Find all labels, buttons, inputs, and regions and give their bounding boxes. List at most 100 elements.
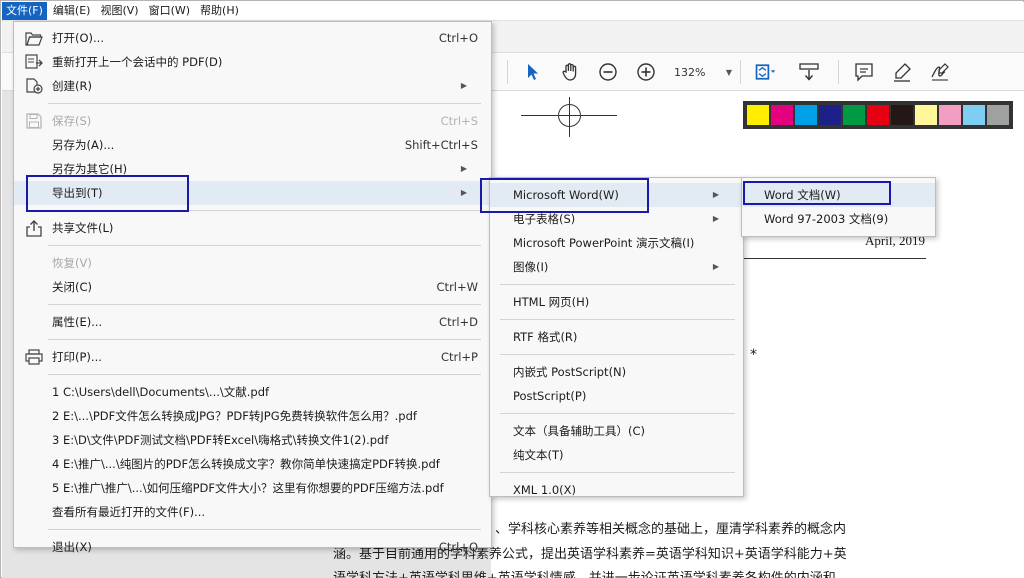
- color-swatch: [939, 105, 961, 125]
- shortcut-label: Shift+Ctrl+S: [404, 138, 478, 152]
- menu-item-share[interactable]: 共享文件(L): [14, 216, 491, 240]
- menu-item-label: RTF 格式(R): [513, 330, 578, 344]
- menu-item-reopen[interactable]: 重新打开上一个会话中的 PDF(D): [14, 50, 491, 74]
- color-swatch: [771, 105, 793, 125]
- scroll-mode-icon[interactable]: [798, 61, 820, 83]
- menu-separator: [500, 284, 735, 285]
- menu-item-open[interactable]: 打开(O)... Ctrl+O: [14, 26, 491, 50]
- recent-file-label: 5 E:\推广\推广\...\如何压缩PDF文件大小？这里有你想要的PDF压缩方…: [52, 481, 444, 495]
- menu-separator: [48, 374, 481, 375]
- menu-edit[interactable]: 编辑(E): [49, 2, 95, 20]
- export-item-word[interactable]: Microsoft Word(W) ▶: [490, 183, 743, 207]
- menu-item-label: 查看所有最近打开的文件(F)...: [52, 505, 206, 519]
- menu-bar: 文件(F) 编辑(E) 视图(V) 窗口(W) 帮助(H): [2, 2, 1024, 21]
- color-swatch-strip: [743, 101, 1013, 129]
- create-file-icon: [25, 78, 43, 94]
- share-upload-icon: [25, 219, 43, 237]
- document-rule: [743, 258, 926, 259]
- menu-item-recent-file[interactable]: 5 E:\推广\推广\...\如何压缩PDF文件大小？这里有你想要的PDF压缩方…: [14, 476, 491, 500]
- menu-help[interactable]: 帮助(H): [196, 2, 243, 20]
- shortcut-label: Ctrl+S: [440, 114, 478, 128]
- menu-item-label: 电子表格(S): [513, 212, 576, 226]
- menu-view[interactable]: 视图(V): [96, 2, 142, 20]
- menu-item-recent-file[interactable]: 3 E:\D\文件\PDF测试文档\PDF转Excel\嗨格式\转换文件1(2)…: [14, 428, 491, 452]
- export-item-postscript[interactable]: PostScript(P): [490, 384, 743, 408]
- menu-item-recent-file[interactable]: 4 E:\推广\...\纯图片的PDF怎么转换成文字？教你简单快速搞定PDF转换…: [14, 452, 491, 476]
- recent-file-label: 3 E:\D\文件\PDF测试文档\PDF转Excel\嗨格式\转换文件1(2)…: [52, 433, 389, 447]
- menu-item-save[interactable]: 保存(S) Ctrl+S: [14, 109, 491, 133]
- select-arrow-icon[interactable]: [522, 61, 544, 83]
- menu-item-print[interactable]: 打印(P)... Ctrl+P: [14, 345, 491, 369]
- menu-item-label: 重新打开上一个会话中的 PDF(D): [52, 55, 223, 69]
- menu-window[interactable]: 窗口(W): [145, 2, 194, 20]
- menu-item-label: 纯文本(T): [513, 448, 564, 462]
- word-submenu: Word 文档(W) Word 97-2003 文档(9): [741, 177, 936, 237]
- sign-icon[interactable]: [929, 61, 951, 83]
- menu-item-recent-file[interactable]: 2 E:\...\PDF文件怎么转换成JPG？PDF转JPG免费转换软件怎么用？…: [14, 404, 491, 428]
- export-item-plain-text[interactable]: 纯文本(T): [490, 443, 743, 467]
- export-item-powerpoint[interactable]: Microsoft PowerPoint 演示文稿(I): [490, 231, 743, 255]
- toolbar-separator: [838, 60, 839, 84]
- menu-item-label: 属性(E)...: [52, 315, 103, 329]
- save-disk-icon: [25, 113, 43, 129]
- menu-item-label: 关闭(C): [52, 280, 93, 294]
- word-item-docx[interactable]: Word 文档(W): [742, 183, 935, 207]
- folder-open-icon: [25, 30, 43, 46]
- menu-item-close[interactable]: 关闭(C) Ctrl+W: [14, 275, 491, 299]
- submenu-arrow-icon: ▶: [712, 190, 719, 199]
- zoom-level-select[interactable]: 132% ▼: [670, 63, 736, 81]
- file-menu: 打开(O)... Ctrl+O 重新打开上一个会话中的 PDF(D) 创建(R)…: [13, 21, 492, 554]
- menu-item-recent-file[interactable]: 1 C:\Users\dell\Documents\...\文献.pdf: [14, 380, 491, 404]
- highlight-pen-icon[interactable]: [891, 61, 913, 83]
- shortcut-label: Ctrl+D: [439, 315, 478, 329]
- export-item-text-accessible[interactable]: 文本（具备辅助工具）(C): [490, 419, 743, 443]
- shortcut-label: Ctrl+P: [440, 350, 478, 364]
- menu-item-revert[interactable]: 恢复(V): [14, 251, 491, 275]
- menu-item-exit[interactable]: 退出(X) Ctrl+Q: [14, 535, 491, 559]
- menu-item-save-as-other[interactable]: 另存为其它(H) ▶: [14, 157, 491, 181]
- menu-item-properties[interactable]: 属性(E)... Ctrl+D: [14, 310, 491, 334]
- hand-icon[interactable]: [559, 61, 581, 83]
- zoom-out-icon[interactable]: [597, 61, 619, 83]
- menu-item-label: 创建(R): [52, 79, 92, 93]
- submenu-arrow-icon: ▶: [712, 214, 719, 223]
- shortcut-label: Ctrl+O: [438, 31, 478, 45]
- fit-page-icon[interactable]: [754, 61, 776, 83]
- menu-item-label: Word 97-2003 文档(9): [764, 212, 889, 226]
- color-swatch: [915, 105, 937, 125]
- word-item-doc[interactable]: Word 97-2003 文档(9): [742, 207, 935, 231]
- menu-item-label: XML 1.0(X): [513, 483, 577, 497]
- submenu-arrow-icon: ▶: [460, 164, 467, 173]
- color-swatch: [819, 105, 841, 125]
- color-swatch: [963, 105, 985, 125]
- menu-file[interactable]: 文件(F): [2, 2, 47, 20]
- menu-separator: [500, 413, 735, 414]
- menu-item-label: 另存为(A)...: [52, 138, 115, 152]
- menu-separator: [48, 245, 481, 246]
- export-item-rtf[interactable]: RTF 格式(R): [490, 325, 743, 349]
- menu-item-label: PostScript(P): [513, 389, 587, 403]
- color-swatch: [987, 105, 1009, 125]
- menu-item-export-to[interactable]: 导出到(T) ▶: [14, 181, 491, 205]
- menu-item-view-all-recent[interactable]: 查看所有最近打开的文件(F)...: [14, 500, 491, 524]
- menu-separator: [48, 103, 481, 104]
- menu-item-label: Word 文档(W): [764, 188, 841, 202]
- export-item-xml[interactable]: XML 1.0(X): [490, 478, 743, 502]
- comment-icon[interactable]: [853, 61, 875, 83]
- menu-item-label: 保存(S): [52, 114, 92, 128]
- export-item-spreadsheet[interactable]: 电子表格(S) ▶: [490, 207, 743, 231]
- chevron-down-icon: ▼: [725, 67, 732, 77]
- zoom-in-icon[interactable]: [635, 61, 657, 83]
- document-footnote-star: *: [750, 347, 757, 363]
- menu-separator: [48, 304, 481, 305]
- menu-item-label: Microsoft Word(W): [513, 188, 619, 202]
- menu-item-label: HTML 网页(H): [513, 295, 590, 309]
- menu-item-label: 文本（具备辅助工具）(C): [513, 424, 646, 438]
- toolbar-separator: [507, 60, 508, 84]
- export-item-image[interactable]: 图像(I) ▶: [490, 255, 743, 279]
- menu-item-create[interactable]: 创建(R) ▶: [14, 74, 491, 98]
- menu-item-save-as[interactable]: 另存为(A)... Shift+Ctrl+S: [14, 133, 491, 157]
- export-item-embedded-postscript[interactable]: 内嵌式 PostScript(N): [490, 360, 743, 384]
- menu-item-label: 图像(I): [513, 260, 549, 274]
- export-item-html[interactable]: HTML 网页(H): [490, 290, 743, 314]
